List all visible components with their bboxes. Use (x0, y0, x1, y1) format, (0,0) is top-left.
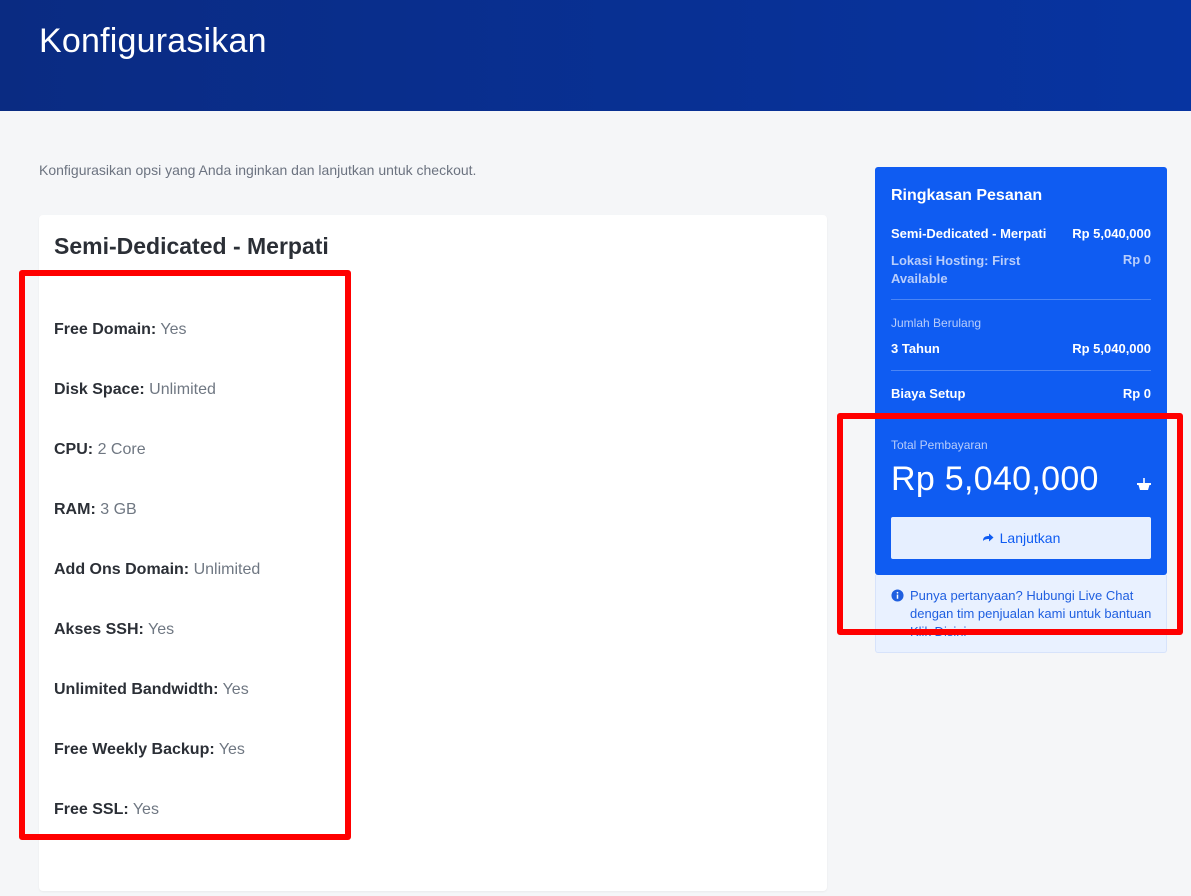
feature-label: Akses SSH: (54, 621, 144, 638)
total-label: Total Pembayaran (891, 438, 988, 452)
info-icon (891, 589, 904, 602)
arrow-right-icon (982, 533, 994, 542)
feature-label: Unlimited Bandwidth: (54, 681, 219, 698)
summary-product-label: Semi-Dedicated - Merpati (891, 226, 1047, 241)
product-card: Semi-Dedicated - Merpati Free Domain: Ye… (39, 215, 827, 891)
setup-label: Biaya Setup (891, 386, 966, 401)
feature-label: RAM: (54, 501, 96, 518)
order-summary: Ringkasan Pesanan Semi-Dedicated - Merpa… (875, 167, 1167, 575)
recurring-period: 3 Tahun (891, 341, 940, 356)
feature-item: Free SSL: Yes (54, 801, 159, 819)
help-box: Punya pertanyaan? Hubungi Live Chat deng… (875, 575, 1167, 653)
feature-label: Add Ons Domain: (54, 561, 190, 578)
summary-divider (891, 370, 1151, 371)
summary-divider (891, 299, 1151, 300)
recurring-price: Rp 5,040,000 (1072, 341, 1151, 356)
product-name: Semi-Dedicated - Merpati (54, 233, 329, 259)
summary-product-price: Rp 5,040,000 (1072, 226, 1151, 241)
feature-label: CPU: (54, 441, 94, 458)
feature-value: Yes (160, 321, 187, 338)
feature-value: Yes (132, 801, 159, 818)
feature-item: CPU: 2 Core (54, 441, 146, 459)
intro-text: Konfigurasikan opsi yang Anda inginkan d… (39, 162, 477, 178)
feature-label: Free Weekly Backup: (54, 741, 215, 758)
summary-location-label: Lokasi Hosting: First Available (891, 253, 1021, 286)
feature-value: Yes (147, 621, 175, 638)
feature-label: Disk Space: (54, 381, 145, 398)
feature-value: Yes (222, 681, 249, 698)
feature-item: RAM: 3 GB (54, 501, 137, 519)
feature-value: Unlimited (149, 381, 216, 398)
feature-item: Disk Space: Unlimited (54, 381, 216, 399)
total-value: Rp 5,040,000 (891, 460, 1099, 498)
feature-value: Yes (218, 741, 245, 758)
basket-icon[interactable] (1136, 476, 1152, 492)
feature-item: Free Domain: Yes (54, 321, 187, 339)
feature-value: Unlimited (193, 561, 261, 578)
recurring-label: Jumlah Berulang (891, 316, 982, 330)
feature-item: Akses SSH: Yes (54, 621, 174, 639)
feature-value: 3 GB (100, 501, 137, 518)
setup-price: Rp 0 (1122, 386, 1151, 401)
feature-item: Unlimited Bandwidth: Yes (54, 681, 249, 699)
summary-location-price: Rp 0 (1122, 252, 1151, 267)
feature-item: Free Weekly Backup: Yes (54, 741, 245, 759)
summary-title: Ringkasan Pesanan (891, 187, 1043, 204)
feature-label: Free Domain: (54, 321, 157, 338)
page-header: Konfigurasikan (0, 0, 1191, 111)
feature-item: Add Ons Domain: Unlimited (54, 561, 260, 579)
help-link[interactable]: Punya pertanyaan? Hubungi Live Chat deng… (910, 587, 1156, 641)
page-title: Konfigurasikan (39, 22, 267, 60)
feature-value: 2 Core (97, 441, 146, 458)
continue-button[interactable]: Lanjutkan (891, 517, 1151, 559)
feature-label: Free SSL: (54, 801, 129, 818)
continue-button-label: Lanjutkan (999, 530, 1061, 546)
